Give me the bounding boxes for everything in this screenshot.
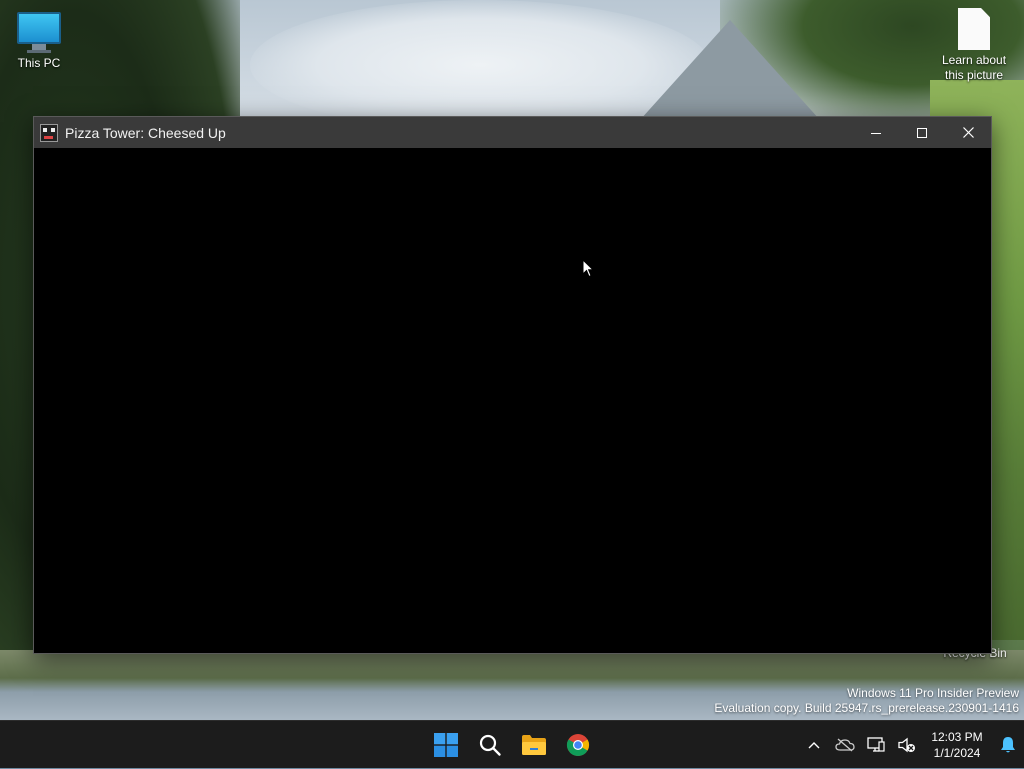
desktop-icon-learn-about-picture[interactable]: Learn about this picture bbox=[936, 8, 1012, 83]
minimize-icon bbox=[871, 132, 881, 134]
document-icon bbox=[936, 8, 1012, 50]
notification-button[interactable] bbox=[992, 725, 1024, 765]
maximize-icon bbox=[917, 127, 927, 138]
window-controls bbox=[853, 117, 991, 148]
chrome-icon bbox=[566, 734, 590, 757]
folder-icon bbox=[522, 735, 546, 755]
taskbar-apps bbox=[424, 721, 600, 769]
taskbar-clock[interactable]: 12:03 PM 1/1/2024 bbox=[922, 729, 992, 761]
bell-icon bbox=[1001, 737, 1015, 753]
watermark-line-edition: Windows 11 Pro Insider Preview bbox=[847, 686, 1019, 700]
desktop-icon-label: This PC bbox=[17, 56, 61, 70]
chevron-up-icon bbox=[808, 742, 819, 749]
mouse-cursor-icon bbox=[582, 259, 594, 278]
app-window: Pizza Tower: Cheesed Up bbox=[33, 116, 992, 654]
volume-muted-icon bbox=[897, 737, 915, 753]
start-button[interactable] bbox=[424, 725, 468, 765]
onedrive-offline-icon bbox=[834, 738, 855, 752]
clock-date: 1/1/2024 bbox=[933, 746, 981, 760]
windows-logo-icon bbox=[434, 733, 458, 757]
desktop-icon-label: Learn about bbox=[941, 53, 1007, 67]
desktop-icon-this-pc[interactable]: This PC bbox=[1, 8, 77, 71]
minimize-button[interactable] bbox=[853, 117, 899, 148]
clock-time: 12:03 PM bbox=[931, 730, 983, 744]
game-viewport[interactable] bbox=[34, 148, 991, 653]
windows-watermark: Windows 11 Pro Insider Preview Evaluatio… bbox=[714, 686, 1019, 716]
volume-button[interactable] bbox=[891, 725, 922, 765]
search-button[interactable] bbox=[468, 725, 512, 765]
chrome-button[interactable] bbox=[556, 725, 600, 765]
desktop-icon-label: this picture bbox=[944, 68, 1004, 82]
close-icon bbox=[962, 127, 974, 138]
show-hidden-icons-button[interactable] bbox=[798, 725, 829, 765]
network-button[interactable] bbox=[860, 725, 891, 765]
this-pc-icon bbox=[1, 12, 77, 53]
network-icon bbox=[866, 737, 885, 752]
window-title: Pizza Tower: Cheesed Up bbox=[65, 124, 226, 141]
file-explorer-button[interactable] bbox=[512, 725, 556, 765]
maximize-button[interactable] bbox=[899, 117, 945, 148]
window-titlebar[interactable]: Pizza Tower: Cheesed Up bbox=[34, 117, 991, 148]
onedrive-button[interactable] bbox=[829, 725, 860, 765]
watermark-line-build: Evaluation copy. Build 25947.rs_prerelea… bbox=[714, 701, 1019, 715]
close-button[interactable] bbox=[945, 117, 991, 148]
pizza-tower-app-icon bbox=[40, 123, 58, 142]
taskbar: 12:03 PM 1/1/2024 bbox=[0, 720, 1024, 768]
wallpaper-mountain bbox=[640, 20, 820, 120]
system-tray: 12:03 PM 1/1/2024 bbox=[798, 721, 1024, 769]
search-icon bbox=[479, 734, 501, 756]
